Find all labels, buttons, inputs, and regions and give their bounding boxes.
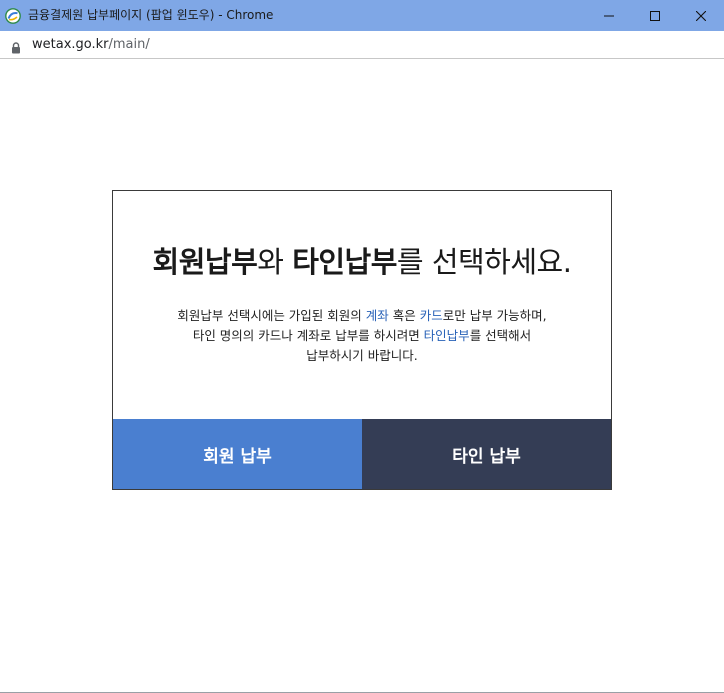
minimize-icon (604, 15, 614, 16)
desc-highlight-other-payment: 타인납부 (423, 328, 470, 343)
lock-icon[interactable] (11, 39, 21, 54)
desc-text: 혹은 (388, 308, 420, 323)
desc-highlight-account: 계좌 (365, 308, 389, 323)
description-line-1: 회원납부 선택시에는 가입된 회원의 계좌 혹은 카드로만 납부 가능하며, (113, 306, 611, 326)
desc-text: 타인 명의의 카드나 계좌로 납부를 하시려면 (192, 328, 424, 343)
headline-suffix: 를 선택하세요. (396, 245, 572, 279)
maximize-button[interactable] (632, 0, 678, 31)
headline-member: 회원납부 (152, 245, 258, 279)
desc-text: 회원납부 선택시에는 가입된 회원의 (177, 308, 366, 323)
desc-text: 로만 납부 가능하며, (442, 308, 547, 323)
maximize-icon (650, 10, 660, 21)
address-bar[interactable]: wetax.go.kr/main/ (0, 31, 724, 59)
url-host: wetax.go.kr (32, 37, 109, 52)
url-path: /main/ (108, 37, 150, 52)
dialog-description: 회원납부 선택시에는 가입된 회원의 계좌 혹은 카드로만 납부 가능하며, 타… (113, 306, 611, 366)
close-icon (696, 10, 706, 21)
desc-text: 를 선택해서 (469, 328, 532, 343)
headline-other: 타인납부 (292, 245, 397, 279)
browser-popup-window: 금융결제원 납부페이지 (팝업 윈도우) - Chrome wetax.go.k… (0, 0, 724, 693)
desc-highlight-card: 카드 (419, 308, 443, 323)
window-title: 금융결제원 납부페이지 (팝업 윈도우) - Chrome (28, 8, 274, 22)
dialog-headline: 회원납부와 타인납부를 선택하세요. (113, 239, 611, 281)
chrome-app-icon (5, 8, 21, 24)
headline-connector: 와 (257, 245, 293, 279)
url-text[interactable]: wetax.go.kr/main/ (32, 31, 150, 59)
member-payment-button[interactable]: 회원 납부 (113, 419, 362, 489)
minimize-button[interactable] (586, 0, 632, 31)
close-button[interactable] (678, 0, 724, 31)
description-line-3: 납부하시기 바랍니다. (306, 348, 418, 363)
payment-type-dialog: 회원납부와 타인납부를 선택하세요. 회원납부 선택시에는 가입된 회원의 계좌… (112, 190, 612, 490)
title-bar[interactable]: 금융결제원 납부페이지 (팝업 윈도우) - Chrome (0, 0, 724, 31)
other-payment-button[interactable]: 타인 납부 (362, 419, 611, 489)
description-line-2: 타인 명의의 카드나 계좌로 납부를 하시려면 타인납부를 선택해서 (113, 326, 611, 346)
